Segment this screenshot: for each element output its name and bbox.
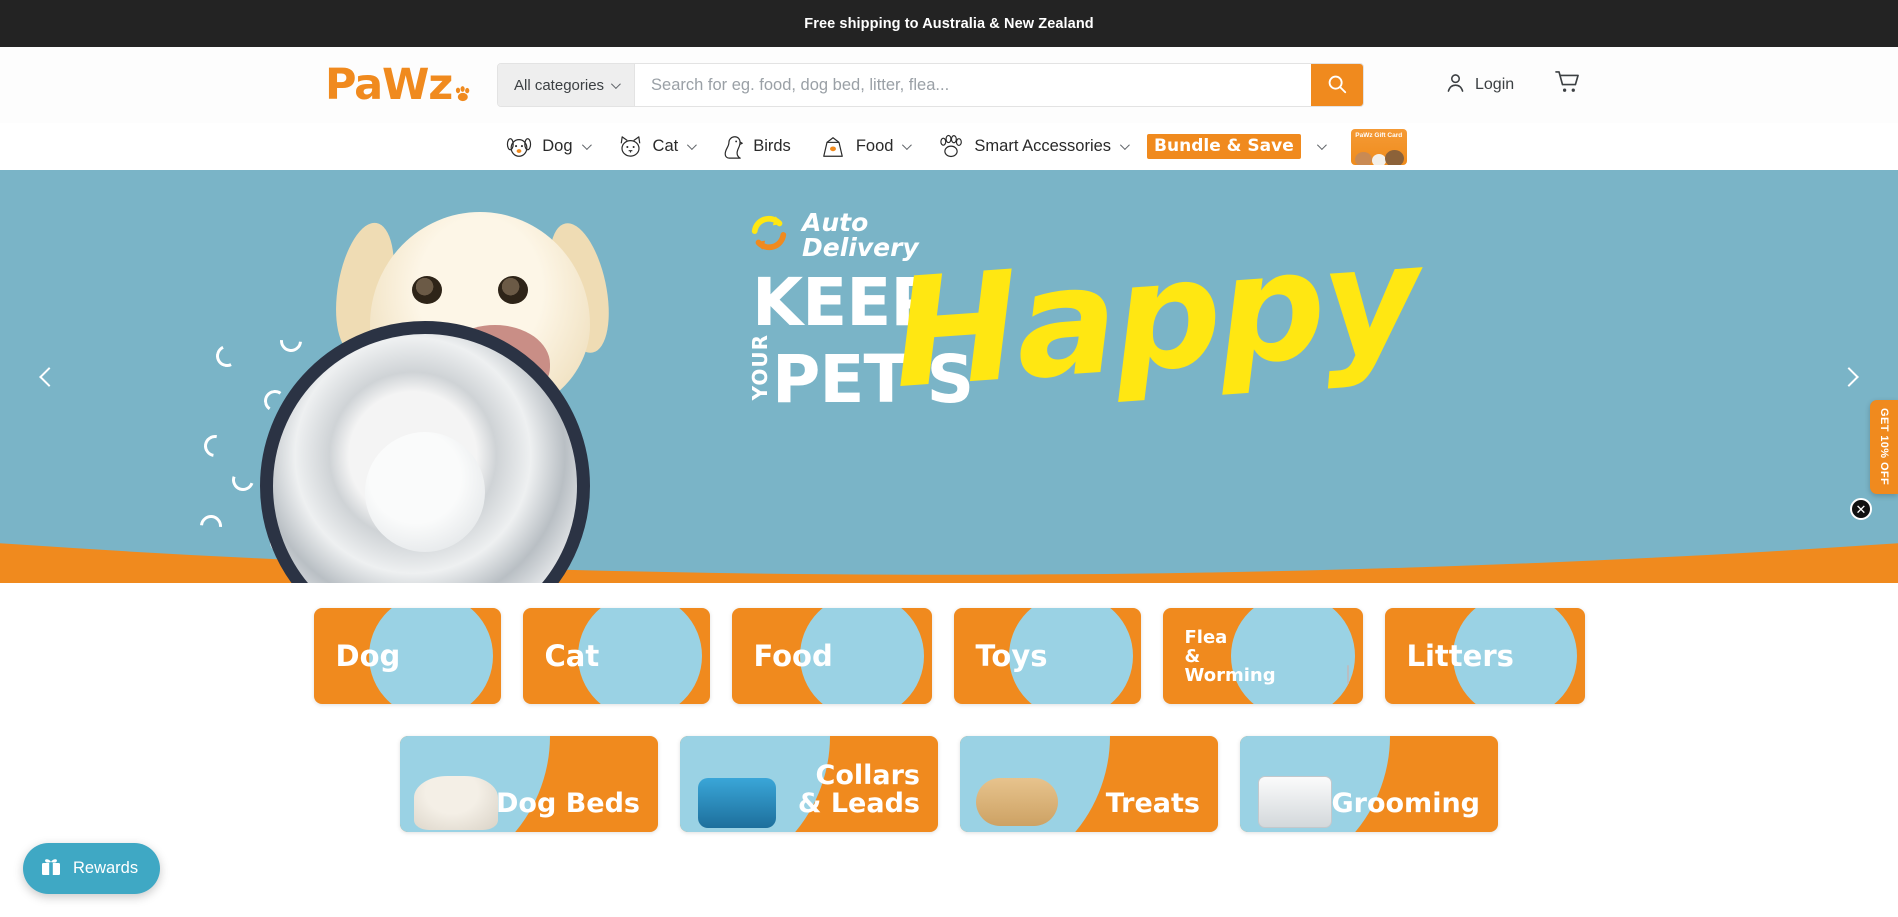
search-icon bbox=[1326, 73, 1348, 98]
gift-card-label: PaWz Gift Card bbox=[1355, 131, 1403, 139]
hero-content: Auto Delivery KEEP YOUR PET'S Happy bbox=[748, 208, 1423, 462]
chevron-down-icon bbox=[611, 78, 621, 89]
category-tile-cat[interactable]: Cat bbox=[522, 608, 710, 704]
chevron-down-icon bbox=[1120, 140, 1130, 151]
chevron-down-icon bbox=[581, 140, 592, 151]
category-tile-grooming[interactable]: Grooming bbox=[1240, 736, 1498, 832]
category-tile-label: Collars & Leads bbox=[797, 760, 920, 819]
nav-item-food[interactable]: Food bbox=[805, 123, 924, 170]
rewards-button[interactable]: Rewards bbox=[23, 843, 161, 894]
logo-text: PaWz bbox=[325, 60, 453, 110]
category-tile-dog-beds[interactable]: Dog Beds bbox=[400, 736, 658, 832]
headline-happy-script: Happy bbox=[887, 211, 1423, 423]
category-tile-label: Toys bbox=[975, 638, 1048, 673]
treats-photo bbox=[976, 778, 1058, 826]
category-tile-label: Grooming bbox=[1331, 788, 1480, 819]
nav-item-label: Cat bbox=[652, 137, 679, 155]
grooming-clipper-photo bbox=[1258, 776, 1332, 828]
category-tile-treats[interactable]: Treats bbox=[960, 736, 1218, 832]
cat-head-icon bbox=[617, 135, 644, 159]
nav-item-birds[interactable]: Birds bbox=[708, 123, 805, 170]
collar-photo bbox=[698, 778, 776, 828]
carousel-next-button[interactable] bbox=[1830, 358, 1868, 396]
rewards-label: Rewards bbox=[73, 859, 139, 877]
gift-icon bbox=[40, 855, 62, 882]
bundle-save-badge: Bundle & Save bbox=[1147, 134, 1301, 159]
category-tile-dog[interactable]: Dog bbox=[313, 608, 501, 704]
dog-bed-photo bbox=[414, 776, 498, 830]
category-tile-collars-leads[interactable]: Collars & Leads bbox=[680, 736, 938, 832]
category-tile-label: Dog Beds bbox=[496, 788, 640, 819]
promo-close-button[interactable]: ✕ bbox=[1850, 498, 1872, 520]
announcement-text: Free shipping to Australia & New Zealand bbox=[804, 15, 1094, 32]
cart-button[interactable] bbox=[1554, 70, 1581, 100]
gift-card-dog-right bbox=[1384, 149, 1404, 165]
chevron-down-icon bbox=[687, 140, 698, 151]
category-tiles: Dog Cat Food Toys Flea & Worming Litters bbox=[0, 583, 1898, 832]
category-select[interactable]: All categories bbox=[498, 64, 636, 106]
category-tile-toys[interactable]: Toys bbox=[953, 608, 1141, 704]
nav-item-label: Smart Accessories bbox=[974, 137, 1112, 155]
close-icon: ✕ bbox=[1855, 501, 1867, 517]
category-tile-label: Treats bbox=[1105, 788, 1200, 819]
chevron-left-icon bbox=[39, 366, 59, 387]
category-tile-label: Dog bbox=[335, 638, 401, 673]
headline-your: YOUR bbox=[748, 334, 772, 401]
logo-pawz[interactable]: PaWz bbox=[325, 60, 472, 110]
hero-headline: KEEP YOUR PET'S Happy bbox=[748, 212, 1423, 462]
category-row-primary: Dog Cat Food Toys Flea & Worming Litters bbox=[0, 608, 1898, 704]
chevron-right-icon bbox=[1839, 366, 1859, 387]
site-header: PaWz All categories Search for eg. food,… bbox=[0, 47, 1898, 123]
cart-icon bbox=[1554, 71, 1581, 99]
category-tile-litters[interactable]: Litters bbox=[1384, 608, 1585, 704]
category-select-label: All categories bbox=[514, 76, 605, 94]
login-label: Login bbox=[1475, 76, 1515, 93]
paw-print-icon bbox=[937, 134, 965, 159]
gift-card-dog-left bbox=[1354, 151, 1372, 165]
bird-icon bbox=[722, 134, 744, 160]
category-tile-label: Litters bbox=[1406, 638, 1514, 673]
chevron-down-icon bbox=[1316, 140, 1327, 151]
chevron-down-icon bbox=[902, 140, 913, 151]
auto-delivery-cycle-icon bbox=[748, 212, 790, 259]
flea-treatment-photo bbox=[1346, 665, 1349, 684]
announcement-bar: Free shipping to Australia & New Zealand bbox=[0, 0, 1898, 47]
hero-carousel: Auto Delivery KEEP YOUR PET'S Happy ✶ Sa… bbox=[0, 170, 1898, 583]
nav-item-label: Birds bbox=[753, 137, 791, 155]
paw-print-icon bbox=[454, 86, 472, 106]
nav-item-dog[interactable]: Dog bbox=[491, 123, 602, 170]
auto-delivery-line1: Auto bbox=[802, 208, 869, 237]
hero-dog-photo bbox=[260, 170, 700, 583]
nav-item-smart-accessories[interactable]: Smart Accessories bbox=[923, 123, 1141, 170]
gift-card-link[interactable]: PaWz Gift Card bbox=[1350, 128, 1407, 165]
category-tile-label: Flea & Worming bbox=[1184, 626, 1276, 686]
dog-head-icon bbox=[505, 135, 533, 159]
gift-card-dog-middle bbox=[1371, 153, 1386, 165]
main-navigation: Dog Cat Birds Food Smart Accessories Bun… bbox=[0, 123, 1898, 170]
header-actions: Login bbox=[1444, 70, 1581, 100]
carousel-prev-button[interactable] bbox=[30, 358, 68, 396]
category-tile-label: Cat bbox=[544, 638, 600, 673]
promo-tab-get-10-off[interactable]: GET 10% OFF bbox=[1870, 400, 1898, 494]
nav-item-cat[interactable]: Cat bbox=[603, 123, 709, 170]
nav-item-label: Food bbox=[855, 137, 894, 155]
category-tile-flea-worming[interactable]: Flea & Worming bbox=[1162, 608, 1363, 704]
category-tile-label: Food bbox=[753, 638, 833, 673]
search-bar: All categories bbox=[497, 63, 1364, 107]
food-bag-icon bbox=[819, 135, 847, 159]
search-submit-button[interactable] bbox=[1311, 64, 1363, 106]
nav-item-label: Dog bbox=[542, 137, 573, 155]
nav-item-bundle-save[interactable]: Bundle & Save bbox=[1141, 123, 1338, 170]
promo-tab-label: GET 10% OFF bbox=[1878, 408, 1890, 486]
user-icon bbox=[1444, 71, 1467, 99]
category-tile-food[interactable]: Food bbox=[731, 608, 932, 704]
login-button[interactable]: Login bbox=[1444, 71, 1514, 99]
category-row-secondary: Dog Beds Collars & Leads Treats Grooming bbox=[0, 736, 1898, 832]
search-input[interactable] bbox=[635, 64, 1311, 106]
